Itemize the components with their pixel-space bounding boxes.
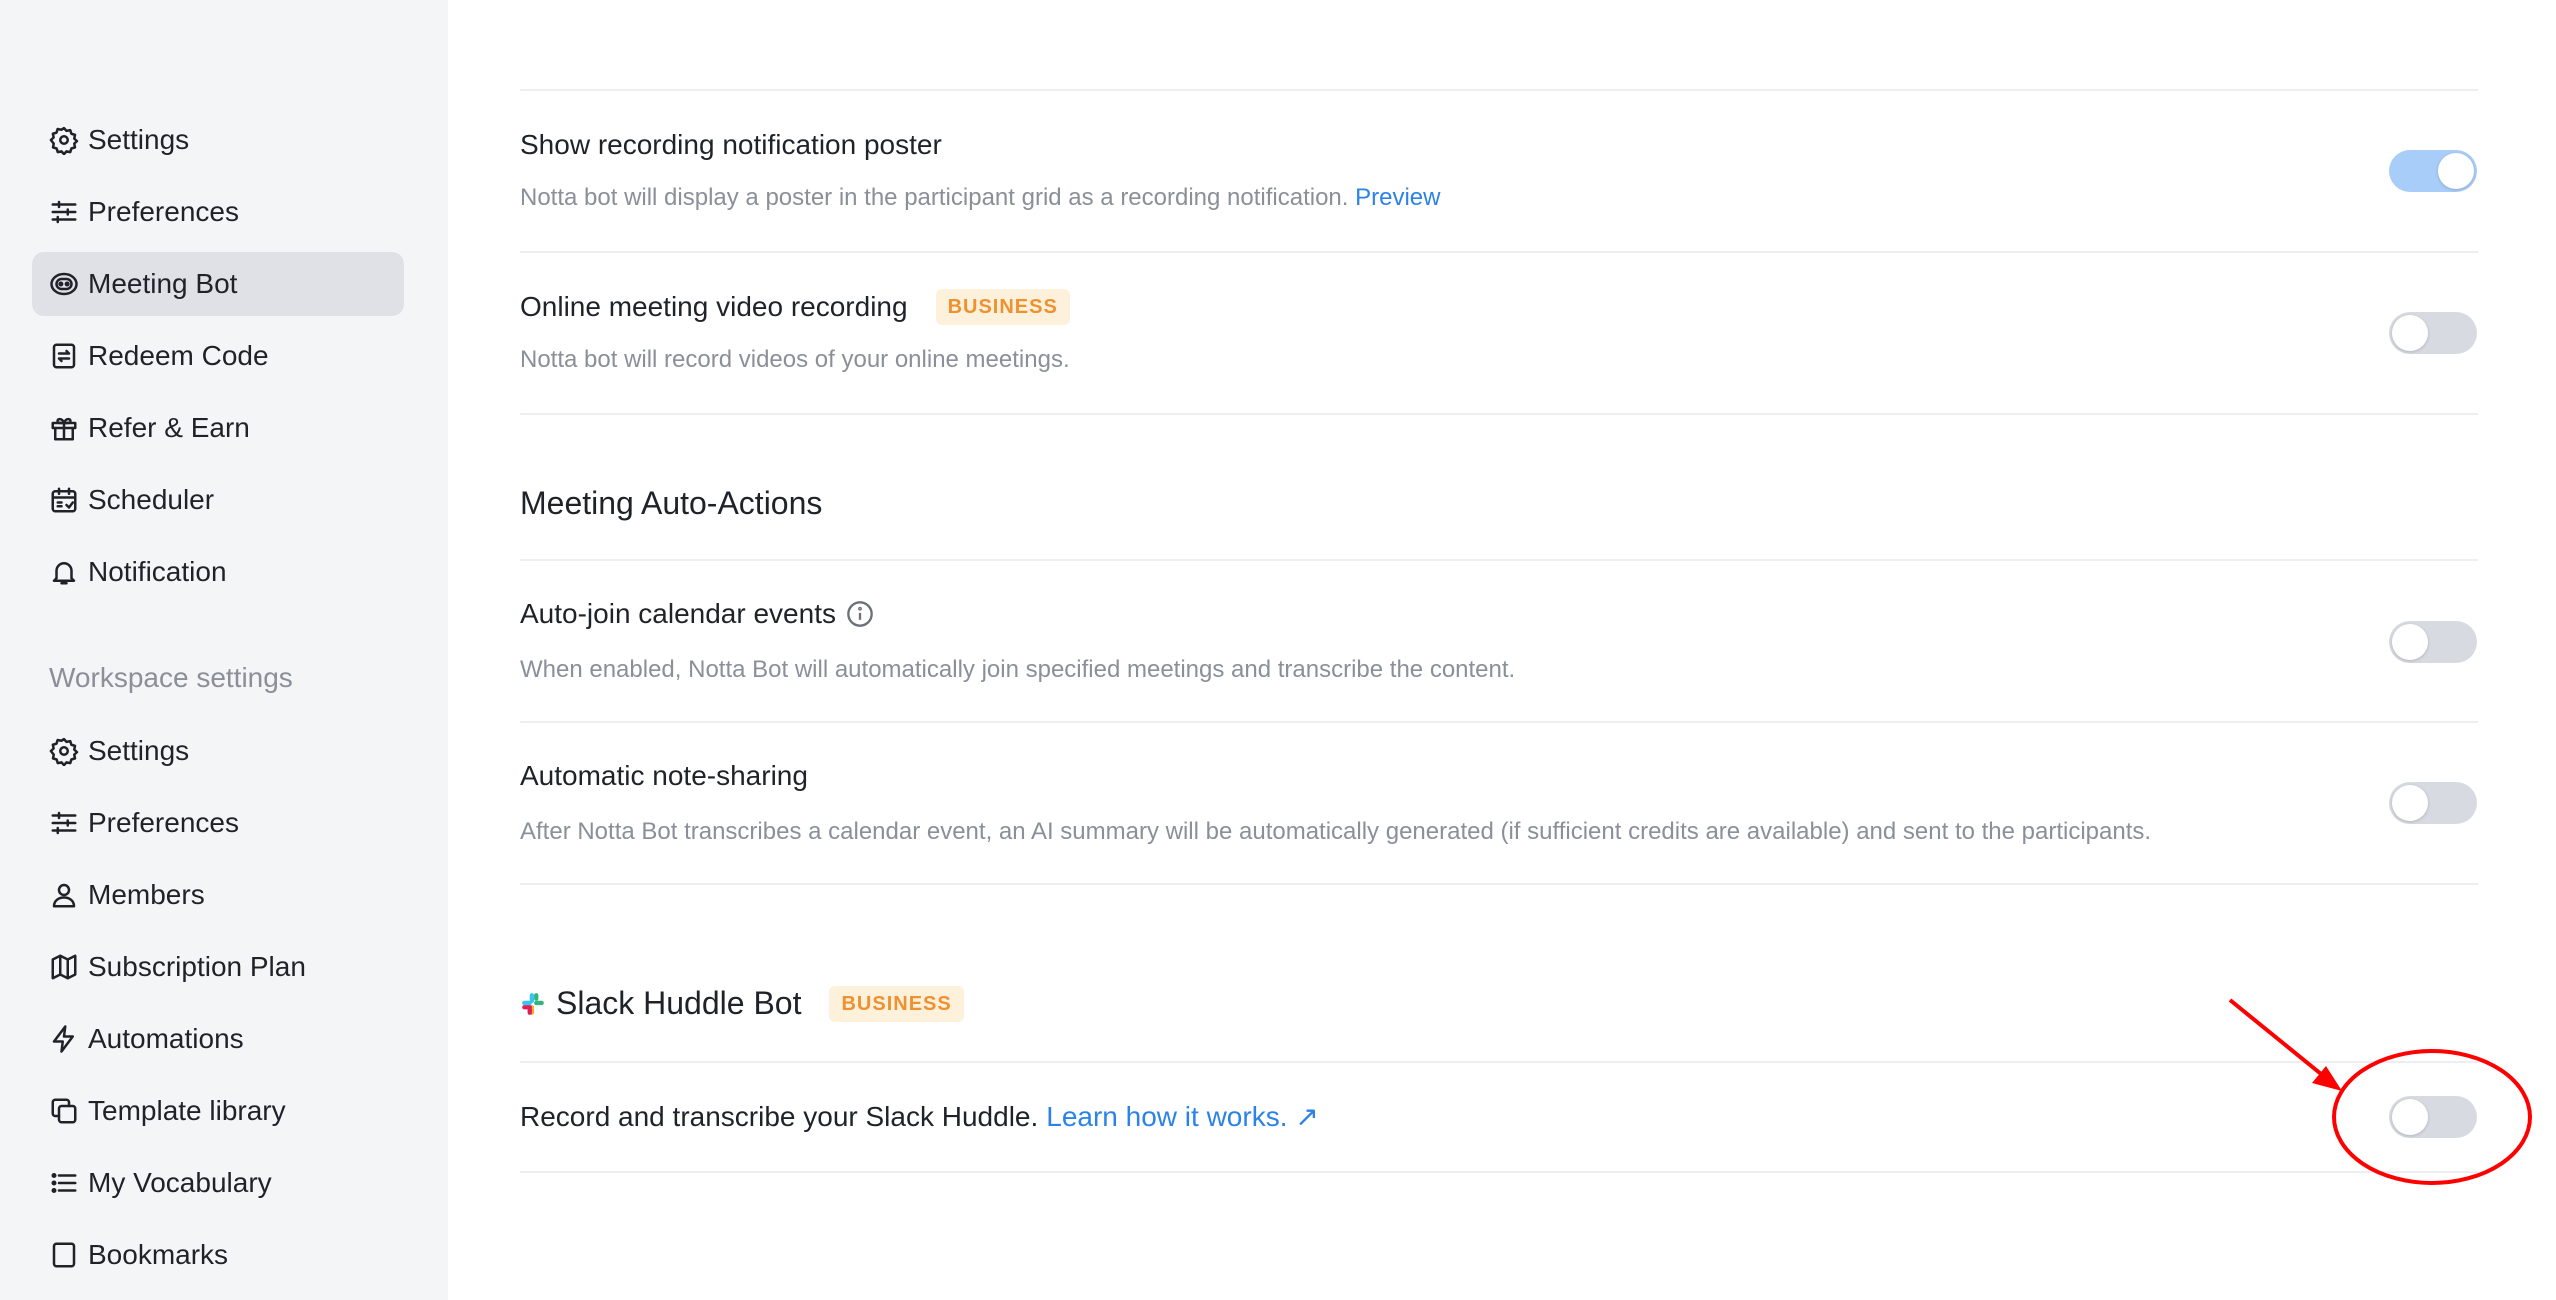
slack-huddle-text-row: Record and transcribe your Slack Huddle.… (520, 1100, 1319, 1133)
note-sharing-toggle[interactable] (2389, 782, 2477, 824)
divider (520, 883, 2478, 885)
calendar-icon (48, 484, 80, 516)
sidebar-item-workspace-preferences[interactable]: Preferences (32, 791, 404, 855)
business-badge: BUSINESS (829, 985, 964, 1022)
slack-huddle-heading-row: Slack Huddle Bot BUSINESS (520, 985, 964, 1022)
sidebar-item-scheduler[interactable]: Scheduler (32, 468, 404, 532)
auto-join-title: Auto-join calendar events (520, 598, 836, 629)
sliders-icon (48, 807, 80, 839)
sidebar-item-refer-earn[interactable]: Refer & Earn (32, 396, 404, 460)
video-recording-title: Online meeting video recording (520, 291, 908, 322)
bookmark-icon (48, 1239, 80, 1271)
recording-poster-toggle[interactable] (2389, 150, 2477, 192)
sidebar-item-label: Bookmarks (88, 1239, 229, 1270)
sidebar-item-redeem-code[interactable]: Redeem Code (32, 324, 404, 388)
slack-logo-icon (522, 992, 544, 1015)
sidebar-item-label: Meeting Bot (88, 268, 238, 299)
redeem-icon (48, 340, 80, 372)
note-sharing-title: Automatic note-sharing (520, 760, 808, 791)
toggle-knob (2392, 785, 2428, 821)
sidebar-item-label: Preferences (88, 196, 239, 227)
sidebar-item-label: Template library (88, 1095, 286, 1126)
recording-poster-title: Show recording notification poster (520, 129, 942, 160)
sidebar-item-label: Members (88, 879, 205, 910)
sidebar-item-members[interactable]: Members (32, 863, 404, 927)
note-sharing-desc: After Notta Bot transcribes a calendar e… (520, 818, 2152, 845)
business-badge: BUSINESS (935, 289, 1070, 325)
sidebar-item-subscription-plan[interactable]: Subscription Plan (32, 935, 404, 999)
map-icon (48, 951, 80, 983)
sidebar-item-settings[interactable]: Settings (32, 108, 404, 172)
sliders-icon (48, 196, 80, 228)
sidebar-item-label: Settings (88, 124, 190, 155)
sidebar-item-my-vocabulary[interactable]: My Vocabulary (32, 1151, 404, 1215)
video-recording-title-row: Online meeting video recording BUSINESS (520, 289, 1070, 325)
toggle-knob (2392, 1099, 2428, 1135)
divider (520, 559, 2478, 561)
sidebar-item-label: Refer & Earn (88, 412, 250, 443)
slack-huddle-toggle[interactable] (2389, 1096, 2477, 1138)
divider (520, 1061, 2478, 1063)
bot-icon (48, 268, 80, 300)
sidebar-item-label: My Vocabulary (88, 1167, 272, 1198)
recording-poster-desc-text: Notta bot will display a poster in the p… (520, 184, 1349, 211)
bell-icon (48, 556, 80, 588)
toggle-knob (2392, 624, 2428, 660)
slack-huddle-heading: Slack Huddle Bot (556, 985, 802, 1021)
sidebar-item-workspace-settings[interactable]: Settings (32, 719, 404, 783)
sidebar-item-label: Settings (88, 735, 190, 766)
learn-how-link[interactable]: Learn how it works. ↗ (1046, 1100, 1318, 1133)
auto-join-title-row: Auto-join calendar events (520, 598, 874, 630)
sidebar-item-label: Preferences (88, 807, 239, 838)
divider (520, 721, 2478, 723)
sidebar-item-bookmarks[interactable]: Bookmarks (32, 1223, 404, 1287)
recording-poster-desc: Notta bot will display a poster in the p… (520, 184, 1440, 212)
main-content: Show recording notification poster Notta… (448, 0, 2556, 1300)
sidebar-item-automations[interactable]: Automations (32, 1007, 404, 1071)
sidebar-item-label: Subscription Plan (88, 951, 306, 982)
sidebar-item-label: Redeem Code (88, 340, 269, 371)
divider (520, 89, 2478, 91)
sidebar-item-meeting-bot[interactable]: Meeting Bot (32, 252, 404, 316)
sidebar-item-notification[interactable]: Notification (32, 540, 404, 604)
sidebar-item-preferences[interactable]: Preferences (32, 180, 404, 244)
copy-icon (48, 1095, 80, 1127)
toggle-knob (2392, 315, 2428, 351)
preview-link[interactable]: Preview (1355, 184, 1440, 211)
workspace-settings-title: Workspace settings (49, 662, 293, 693)
sidebar-item-label: Automations (88, 1023, 244, 1054)
auto-join-toggle[interactable] (2389, 621, 2477, 663)
sidebar-item-template-library[interactable]: Template library (32, 1079, 404, 1143)
list-icon (48, 1167, 80, 1199)
gear-icon (48, 735, 80, 767)
toggle-knob (2438, 153, 2474, 189)
slack-huddle-text: Record and transcribe your Slack Huddle. (520, 1100, 1039, 1132)
video-recording-toggle[interactable] (2389, 312, 2477, 354)
meeting-auto-actions-heading: Meeting Auto-Actions (520, 485, 823, 521)
gear-icon (48, 124, 80, 156)
divider (520, 413, 2478, 415)
divider (520, 251, 2478, 253)
user-icon (48, 879, 80, 911)
sidebar-item-label: Notification (88, 556, 227, 587)
video-recording-desc: Notta bot will record videos of your onl… (520, 346, 1070, 373)
info-icon[interactable] (846, 600, 874, 628)
sidebar: Settings Preferences Meeting Bot Redeem … (0, 0, 448, 1300)
divider (520, 1171, 2478, 1173)
auto-join-desc: When enabled, Notta Bot will automatical… (520, 656, 1516, 683)
gift-icon (48, 412, 80, 444)
bolt-icon (48, 1023, 80, 1055)
sidebar-item-label: Scheduler (88, 484, 215, 515)
